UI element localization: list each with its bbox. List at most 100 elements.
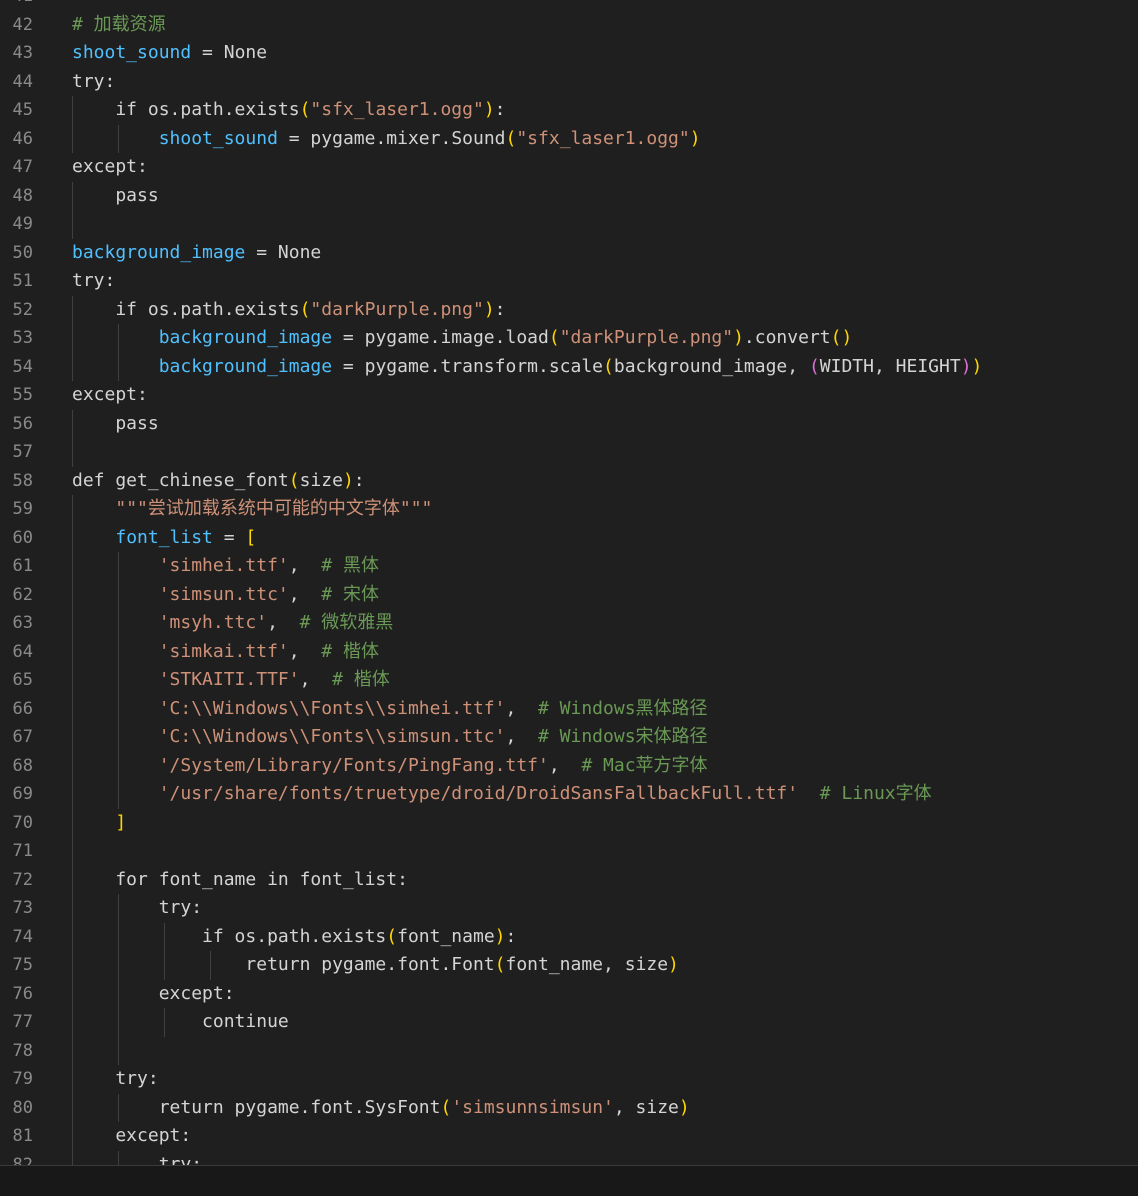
- code-text: if os.path.exists("darkPurple.png"):: [72, 296, 505, 325]
- line-number: 63: [12, 613, 33, 633]
- code-text: try:: [72, 1151, 202, 1166]
- code-line[interactable]: 46 shoot_sound = pygame.mixer.Sound("sfx…: [0, 124, 1138, 153]
- code-token: # 加载资源: [72, 13, 166, 35]
- code-text: ]: [72, 809, 126, 838]
- code-line[interactable]: 73 try:: [0, 894, 1138, 923]
- code-token: if os.path.exists: [72, 298, 300, 320]
- code-token: font_name: [397, 925, 495, 947]
- code-token: 'simsunnsimsun': [451, 1096, 614, 1118]
- code-token: ): [689, 127, 701, 149]
- code-line[interactable]: 74 if os.path.exists(font_name):: [0, 922, 1138, 951]
- code-line[interactable]: 54 background_image = pygame.transform.s…: [0, 352, 1138, 381]
- code-line[interactable]: 56 pass: [0, 409, 1138, 438]
- code-line[interactable]: 67 'C:\\Windows\\Fonts\\simsun.ttc', # W…: [0, 723, 1138, 752]
- code-line[interactable]: 58 def get_chinese_font(size):: [0, 467, 1138, 496]
- code-line[interactable]: 57: [0, 438, 1138, 467]
- code-line[interactable]: 50 background_image = None: [0, 239, 1138, 268]
- code-token: except:: [72, 384, 148, 405]
- line-number: 61: [12, 556, 33, 576]
- code-line[interactable]: 79 try:: [0, 1065, 1138, 1094]
- code-token: 'C:\\Windows\\Fonts\\simsun.ttc': [158, 726, 506, 747]
- code-line[interactable]: 60 font_list = [: [0, 523, 1138, 552]
- code-line[interactable]: 44 try:: [0, 68, 1138, 97]
- code-line[interactable]: 62 'simsun.ttc', # 宋体: [0, 580, 1138, 609]
- code-token: except:: [72, 156, 148, 177]
- code-token: ,: [288, 555, 322, 576]
- code-line[interactable]: 55 except:: [0, 381, 1138, 410]
- code-token: '/usr/share/fonts/truetype/droid/DroidSa…: [158, 783, 799, 804]
- code-line[interactable]: 53 background_image = pygame.image.load(…: [0, 324, 1138, 353]
- line-number: 71: [12, 841, 33, 861]
- code-line[interactable]: 78: [0, 1036, 1138, 1065]
- code-line[interactable]: 59 """尝试加载系统中可能的中文字体""": [0, 495, 1138, 524]
- code-line[interactable]: 63 'msyh.ttc', # 微软雅黑: [0, 609, 1138, 638]
- line-number: 58: [12, 470, 33, 491]
- code-token: """尝试加载系统中可能的中文字体""": [115, 498, 433, 519]
- code-token: # Windows黑体路径: [538, 697, 708, 719]
- line-number: 45: [12, 100, 33, 120]
- code-token: try:: [72, 1153, 203, 1166]
- code-line[interactable]: 82 try:: [0, 1150, 1138, 1166]
- code-token: = pygame.transform.scale: [332, 355, 604, 377]
- code-line[interactable]: 76 except:: [0, 979, 1138, 1008]
- code-token: (: [386, 925, 398, 947]
- code-token: 'simsun.ttc': [158, 583, 289, 605]
- code-token: (: [603, 355, 614, 377]
- line-number: 49: [12, 214, 33, 234]
- code-line[interactable]: 49: [0, 210, 1138, 239]
- code-token: ,: [299, 669, 333, 690]
- code-line[interactable]: 52 if os.path.exists("darkPurple.png"):: [0, 295, 1138, 325]
- code-line[interactable]: 64 'simkai.ttf', # 楷体: [0, 637, 1138, 666]
- code-line[interactable]: 48 pass: [0, 181, 1138, 210]
- code-text: try:: [72, 267, 115, 296]
- code-token: # Mac苹方字体: [581, 754, 708, 776]
- code-token: return pygame.font.SysFont: [72, 1096, 441, 1118]
- code-token: =: [212, 526, 246, 548]
- line-number: 60: [12, 527, 33, 548]
- line-number: 81: [12, 1126, 33, 1146]
- code-line[interactable]: 81 except:: [0, 1122, 1138, 1151]
- code-text: try:: [72, 68, 115, 97]
- code-line[interactable]: 51 try:: [0, 267, 1138, 296]
- code-line[interactable]: 77 continue: [0, 1008, 1138, 1037]
- code-token: except:: [72, 1125, 192, 1146]
- code-line[interactable]: 43 shoot_sound = None: [0, 39, 1138, 68]
- code-token: .convert: [743, 327, 831, 348]
- code-line[interactable]: 66 'C:\\Windows\\Fonts\\simhei.ttf', # W…: [0, 694, 1138, 723]
- code-line[interactable]: 75 return pygame.font.Font(font_name, si…: [0, 951, 1138, 980]
- code-editor[interactable]: 41 42 # 加载资源 43 shoot_sound = None 44 try: 45 i…: [0, 0, 1138, 1165]
- code-line[interactable]: 80 return pygame.font.SysFont('simsunnsi…: [0, 1093, 1138, 1122]
- code-token: background_image: [158, 327, 333, 348]
- code-token: (: [505, 127, 517, 149]
- line-number: 55: [12, 385, 33, 405]
- line-number: 66: [12, 698, 33, 719]
- code-token: 'STKAITI.TTF': [158, 669, 300, 690]
- code-token: # 微软雅黑: [299, 612, 394, 633]
- line-number: 56: [12, 413, 33, 434]
- code-token: "sfx_laser1.ogg": [516, 127, 690, 149]
- code-line[interactable]: 70 ]: [0, 808, 1138, 838]
- code-line[interactable]: 45 if os.path.exists("sfx_laser1.ogg"):: [0, 96, 1138, 125]
- code-line[interactable]: 69 '/usr/share/fonts/truetype/droid/Droi…: [0, 780, 1138, 809]
- code-line[interactable]: 68 '/System/Library/Fonts/PingFang.ttf',…: [0, 751, 1138, 780]
- code-text: 'C:\\Windows\\Fonts\\simsun.ttc', # Wind…: [72, 723, 708, 752]
- code-line[interactable]: 41: [0, 0, 1138, 11]
- code-text: except:: [72, 1122, 191, 1151]
- code-line[interactable]: 65 'STKAITI.TTF', # 楷体: [0, 666, 1138, 695]
- code-token: 'C:\\Windows\\Fonts\\simhei.ttf': [158, 697, 506, 719]
- code-line[interactable]: 61 'simhei.ttf', # 黑体: [0, 552, 1138, 581]
- code-token: (: [440, 1096, 452, 1118]
- line-number: 82: [12, 1154, 33, 1166]
- code-token: for font_name in font_list:: [72, 868, 408, 890]
- code-token: try:: [72, 270, 116, 291]
- code-token: shoot_sound: [158, 127, 278, 149]
- code-line[interactable]: 47 except:: [0, 153, 1138, 182]
- code-text: try:: [72, 894, 202, 923]
- code-token: ): [678, 1096, 690, 1118]
- code-line[interactable]: 42 # 加载资源: [0, 11, 1138, 40]
- code-line[interactable]: 72 for font_name in font_list:: [0, 865, 1138, 894]
- code-line[interactable]: 71: [0, 837, 1138, 866]
